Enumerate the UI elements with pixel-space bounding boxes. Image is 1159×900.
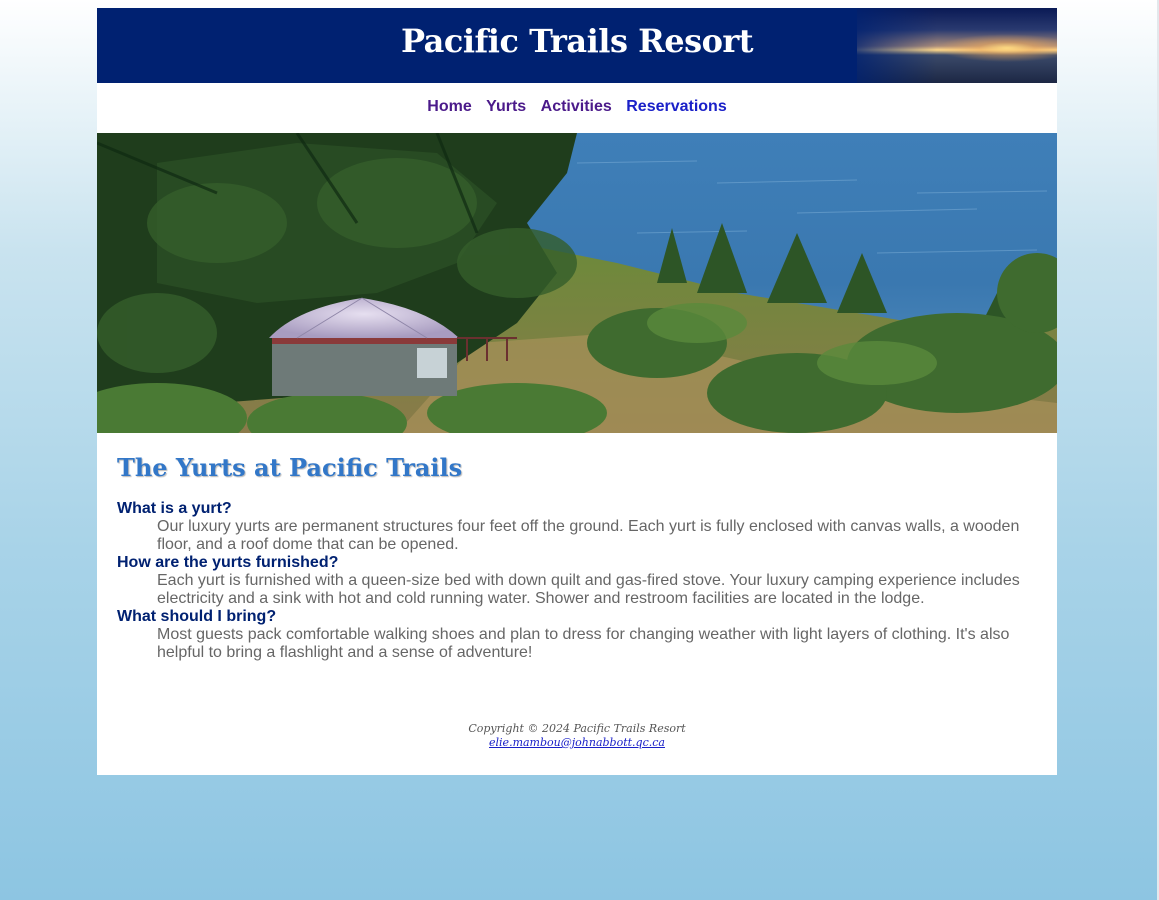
copyright-text: Copyright © 2024 Pacific Trails Resort (468, 722, 686, 735)
page-wrapper: Pacific Trails Resort Home Yurts Activit… (97, 8, 1057, 775)
main-nav: Home Yurts Activities Reservations (97, 83, 1057, 133)
faq-question: How are the yurts furnished? (117, 554, 339, 571)
nav-link-reservations[interactable]: Reservations (626, 98, 727, 115)
hero-image (97, 133, 1057, 433)
main-content: The Yurts at Pacific Trails What is a yu… (97, 433, 1057, 662)
site-footer: Copyright © 2024 Pacific Trails Resort e… (97, 722, 1057, 750)
footer-email-link[interactable]: elie.mambou@johnabbott.qc.ca (489, 736, 665, 749)
nav-link-activities[interactable]: Activities (541, 98, 612, 115)
faq-answer: Most guests pack comfortable walking sho… (157, 626, 1010, 661)
faq-question: What should I bring? (117, 608, 277, 625)
site-header: Pacific Trails Resort (97, 8, 1057, 83)
nav-link-home[interactable]: Home (427, 98, 471, 115)
faq-answer: Our luxury yurts are permanent structure… (157, 518, 1020, 553)
nav-link-yurts[interactable]: Yurts (486, 98, 526, 115)
faq-list: What is a yurt? Our luxury yurts are per… (117, 500, 1037, 662)
faq-question: What is a yurt? (117, 500, 232, 517)
site-title: Pacific Trails Resort (400, 22, 754, 60)
page-heading: The Yurts at Pacific Trails (117, 453, 463, 482)
faq-answer: Each yurt is furnished with a queen-size… (157, 572, 1020, 607)
